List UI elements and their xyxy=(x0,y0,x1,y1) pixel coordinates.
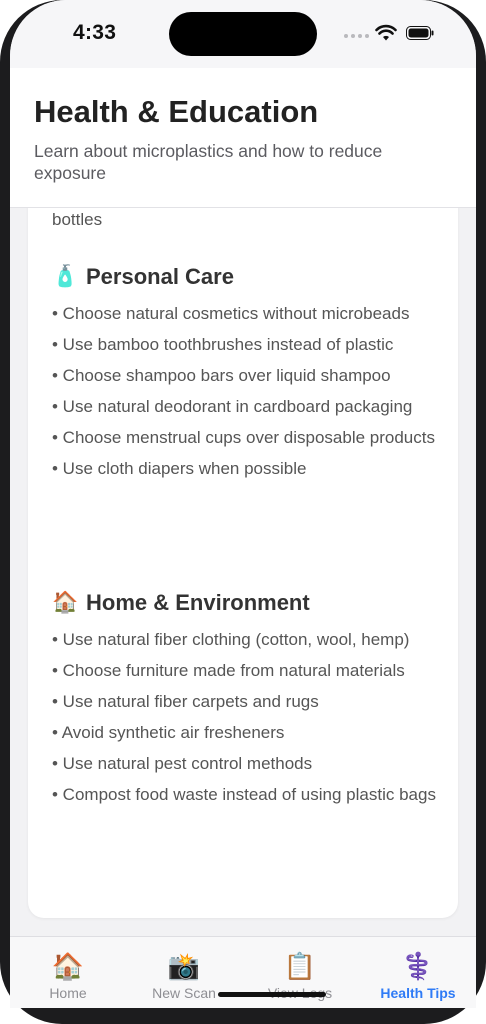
tab-label: Health Tips xyxy=(380,985,456,1001)
lotion-bottle-icon: 🧴 xyxy=(52,265,79,288)
tip-item: • Choose menstrual cups over disposable … xyxy=(52,428,435,447)
screen: 4:33 Health & Education Learn about micr… xyxy=(10,0,476,1008)
clipboard-icon: 📋 xyxy=(283,951,317,981)
tip-item: • Use natural fiber carpets and rugs xyxy=(52,692,319,711)
battery-icon xyxy=(406,26,434,40)
home-indicator[interactable] xyxy=(218,992,326,997)
tip-item: • Use natural pest control methods xyxy=(52,754,313,773)
status-time: 4:33 xyxy=(73,21,117,44)
tab-home[interactable]: 🏠 Home xyxy=(10,937,126,1008)
page-title: Health & Education xyxy=(34,94,319,129)
page-header: Health & Education Learn about microplas… xyxy=(10,68,476,208)
tip-item: • Use natural fiber clothing (cotton, wo… xyxy=(52,630,410,649)
tab-label: Home xyxy=(49,985,87,1001)
dynamic-island xyxy=(169,12,317,56)
tips-card: bottles 🧴 Personal Care • Choose natural… xyxy=(28,208,458,918)
section-title: Personal Care xyxy=(86,264,234,289)
section-header: 🏠 Home & Environment xyxy=(52,590,442,616)
house-icon: 🏠 xyxy=(51,951,85,981)
tip-item: • Choose furniture made from natural mat… xyxy=(52,661,405,680)
house-icon: 🏠 xyxy=(52,591,79,614)
tab-bar: 🏠 Home 📸 New Scan 📋 View Logs ⚕️ Health … xyxy=(10,936,476,1008)
tab-health-tips[interactable]: ⚕️ Health Tips xyxy=(360,937,476,1008)
signal-dots-icon xyxy=(344,34,369,38)
tip-item: • Use natural deodorant in cardboard pac… xyxy=(52,397,413,416)
tips-list: • Choose natural cosmetics without micro… xyxy=(52,302,442,481)
tip-item: • Avoid synthetic air fresheners xyxy=(52,723,285,742)
status-bar: 4:33 xyxy=(10,0,476,68)
previous-tip-tail: bottles xyxy=(52,210,103,229)
tab-new-scan[interactable]: 📸 New Scan xyxy=(126,937,242,1008)
tab-view-logs[interactable]: 📋 View Logs xyxy=(242,937,358,1008)
section-title: Home & Environment xyxy=(86,590,310,615)
wifi-icon xyxy=(375,24,397,41)
scroll-content[interactable]: bottles 🧴 Personal Care • Choose natural… xyxy=(10,208,476,936)
tip-item: • Choose natural cosmetics without micro… xyxy=(52,304,410,323)
medical-symbol-icon: ⚕️ xyxy=(401,951,435,981)
section-home-environment: 🏠 Home & Environment • Use natural fiber… xyxy=(52,590,442,814)
page-subtitle: Learn about microplastics and how to red… xyxy=(34,141,383,183)
tip-item: • Compost food waste instead of using pl… xyxy=(52,785,436,804)
tip-item: • Use bamboo toothbrushes instead of pla… xyxy=(52,335,394,354)
device-frame: 4:33 Health & Education Learn about micr… xyxy=(0,0,486,1024)
camera-flash-icon: 📸 xyxy=(167,951,201,981)
section-header: 🧴 Personal Care xyxy=(52,264,442,290)
tip-item: • Choose shampoo bars over liquid shampo… xyxy=(52,366,391,385)
tip-item: • Use cloth diapers when possible xyxy=(52,459,307,478)
tips-list: • Use natural fiber clothing (cotton, wo… xyxy=(52,628,442,807)
section-personal-care: 🧴 Personal Care • Choose natural cosmeti… xyxy=(52,264,442,488)
